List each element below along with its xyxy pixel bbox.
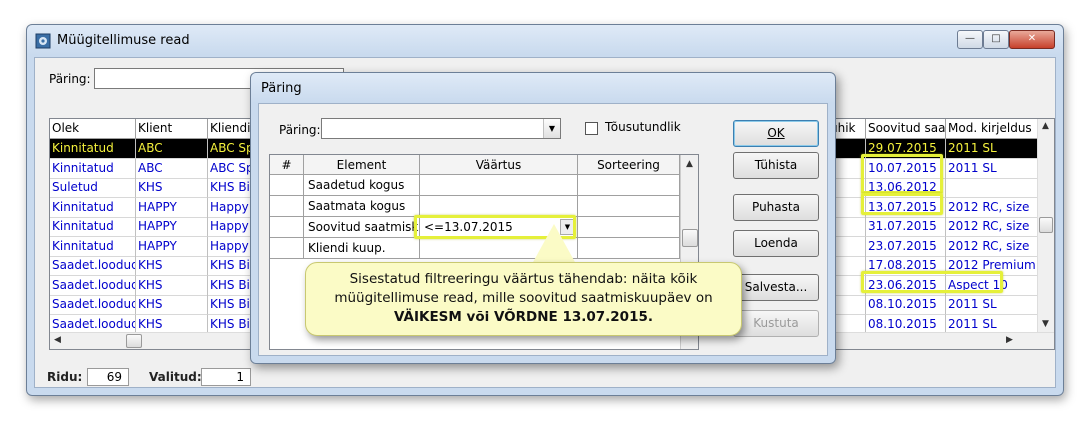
cell-olek: Kinnitatud [50, 217, 136, 237]
cell-olek: Saadet.loodud [50, 295, 136, 315]
rows-count: 69 [87, 368, 129, 386]
case-sensitive-label: Tõusutundlik [605, 120, 681, 134]
grid-header-number: # [270, 155, 304, 175]
date-highlight-top [861, 154, 943, 194]
minimize-button[interactable]: — [957, 30, 983, 49]
grid-cell-value[interactable] [420, 196, 578, 217]
save-button[interactable]: Salvesta... [733, 274, 819, 301]
clear-button[interactable]: Puhasta [733, 194, 819, 221]
close-button[interactable]: ✕ [1009, 30, 1055, 49]
delete-button[interactable]: Kustuta [733, 310, 819, 337]
chevron-down-icon[interactable]: ▼ [543, 119, 560, 138]
explanation-callout: Sisestatud filtreeringu väärtus tähendab… [305, 262, 742, 336]
dialog-query-label: Päring: [279, 123, 321, 137]
grid-scroll-up-icon[interactable]: ▲ [686, 159, 693, 169]
cell-klient: HAPPY [136, 217, 208, 237]
callout-line-1: Sisestatud filtreeringu väärtus tähendab… [349, 271, 698, 287]
cancel-button[interactable]: Tühista [733, 152, 819, 179]
grid-cell-sort[interactable] [578, 196, 680, 217]
selected-label: Valitud: [149, 370, 202, 384]
selected-count: 1 [201, 368, 251, 386]
grid-cell-element[interactable]: Saadetud kogus [304, 175, 420, 196]
scroll-left-icon[interactable]: ◀ [54, 335, 61, 345]
callout-line-3: VÄIKESM või VÕRDNE 13.07.2015. [306, 308, 741, 327]
cell-olek: Suletud [50, 178, 136, 198]
cell-klient: ABC [136, 139, 208, 159]
grid-cell-element[interactable]: Kliendi kuup. [304, 238, 420, 259]
cell-klient: KHS [136, 256, 208, 276]
date-highlight-middle [861, 193, 943, 215]
dialog-title: Päring [261, 81, 302, 96]
cell-klient: ABC [136, 158, 208, 179]
ok-button[interactable]: OK [733, 120, 819, 147]
cell-olek: Kinnitatud [50, 236, 136, 257]
ok-label: OK [767, 126, 785, 140]
grid-cell-sort[interactable] [578, 238, 680, 259]
cell-mod: 2012 RC, size [946, 197, 1040, 218]
query-label: Päring: [49, 72, 91, 86]
cell-mod: 2012 RC, size [946, 217, 1040, 237]
callout-emphasis: VÄIKESM või VÕRDNE 13.07.2015. [394, 309, 653, 325]
grid-header-sort: Sorteering [578, 155, 680, 175]
cell-mod: 2011 SL [946, 295, 1040, 315]
date-highlight-bottom [861, 271, 1003, 293]
case-sensitive-checkbox[interactable] [585, 122, 598, 135]
cell-olek: Kinnitatud [50, 158, 136, 179]
vertical-scroll-thumb[interactable] [1039, 217, 1053, 233]
grid-cell-num[interactable] [270, 196, 304, 217]
cell-mod [946, 178, 1040, 198]
count-button[interactable]: Loenda [733, 230, 819, 257]
col-header-mod[interactable]: Mod. kirjeldus [946, 119, 1040, 139]
cell-mod: 2011 SL [946, 158, 1040, 179]
cell-olek: Kinnitatud [50, 197, 136, 218]
callout-line-2: müügitellimuse read, mille soovitud saat… [334, 290, 713, 306]
grid-cell-value[interactable] [420, 175, 578, 196]
vertical-scrollbar[interactable]: ▲ ▼ [1037, 119, 1054, 335]
cell-mod: 2011 SL [946, 139, 1040, 159]
dialog-query-combo[interactable]: ▼ [321, 118, 561, 139]
grid-cell-sort[interactable] [578, 217, 680, 238]
cell-klient: KHS [136, 178, 208, 198]
grid-cell-sort[interactable] [578, 175, 680, 196]
cell-date: 31.07.2015 [866, 217, 946, 237]
callout-pointer [532, 224, 576, 264]
scroll-right-icon[interactable]: ▶ [1006, 335, 1013, 345]
col-header-olek[interactable]: Olek [50, 119, 136, 139]
maximize-button[interactable]: □ [983, 30, 1009, 49]
cell-olek: Saadet.loodud [50, 275, 136, 296]
cell-klient: KHS [136, 295, 208, 315]
grid-scroll-thumb[interactable] [682, 229, 698, 247]
cell-date: 08.10.2015 [866, 295, 946, 315]
scroll-down-icon[interactable]: ▼ [1042, 319, 1049, 329]
grid-cell-num[interactable] [270, 217, 304, 238]
cell-olek: Saadet.loodud [50, 256, 136, 276]
scroll-up-icon[interactable]: ▲ [1042, 121, 1049, 131]
cell-olek: Kinnitatud [50, 139, 136, 159]
window-title: Müügitellimuse read [57, 33, 190, 48]
rows-label: Ridu: [47, 370, 83, 384]
horizontal-scroll-thumb[interactable] [126, 334, 142, 348]
cell-klient: HAPPY [136, 236, 208, 257]
cell-mod: 2012 RC, size [946, 236, 1040, 257]
grid-cell-element[interactable]: Saatmata kogus [304, 196, 420, 217]
cell-klient: KHS [136, 275, 208, 296]
grid-header-value: Väärtus [420, 155, 578, 175]
cell-date: 23.07.2015 [866, 236, 946, 257]
cell-klient: HAPPY [136, 197, 208, 218]
grid-cell-element[interactable]: Soovitud saatmiskuu [304, 217, 420, 238]
grid-header-element: Element [304, 155, 420, 175]
grid-cell-num[interactable] [270, 238, 304, 259]
col-header-date[interactable]: Soovitud saatm [866, 119, 946, 139]
grid-cell-num[interactable] [270, 175, 304, 196]
col-header-klient[interactable]: Klient [136, 119, 208, 139]
app-icon [35, 33, 51, 49]
